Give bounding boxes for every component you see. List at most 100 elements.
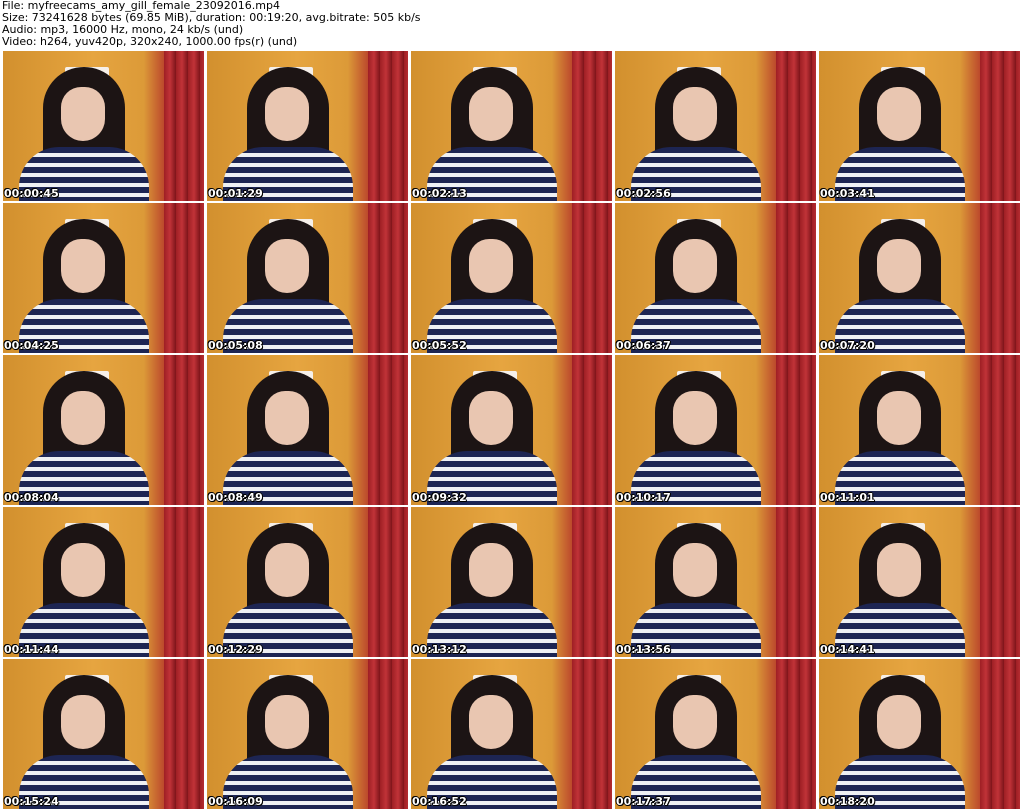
video-info-line: Video: h264, yuv420p, 320x240, 1000.00 f…: [2, 35, 298, 48]
video-frame-thumbnail: 00:01:29: [207, 51, 408, 201]
curtain-background: [776, 355, 816, 505]
frame-timestamp: 00:08:04: [4, 491, 59, 504]
curtain-background: [572, 51, 612, 201]
video-frame-thumbnail: 00:13:56: [615, 507, 816, 657]
video-frame-thumbnail: 00:13:12: [411, 507, 612, 657]
curtain-background: [368, 507, 408, 657]
video-frame-thumbnail: 00:02:13: [411, 51, 612, 201]
frame-timestamp: 00:09:32: [412, 491, 467, 504]
video-frame-thumbnail: 00:04:25: [3, 203, 204, 353]
person-face: [469, 239, 513, 293]
frame-timestamp: 00:05:52: [412, 339, 467, 352]
video-frame-thumbnail: 00:08:04: [3, 355, 204, 505]
person-face: [673, 87, 717, 141]
video-frame-thumbnail: 00:03:41: [819, 51, 1020, 201]
video-frame-thumbnail: 00:11:44: [3, 507, 204, 657]
video-frame-thumbnail: 00:14:41: [819, 507, 1020, 657]
curtain-background: [980, 203, 1020, 353]
curtain-background: [776, 659, 816, 809]
curtain-background: [164, 355, 204, 505]
curtain-background: [980, 507, 1020, 657]
video-frame-thumbnail: 00:10:17: [615, 355, 816, 505]
frame-timestamp: 00:02:56: [616, 187, 671, 200]
person-face: [265, 239, 309, 293]
file-info-header: File: myfreecams_amy_gill_female_2309201…: [2, 0, 1020, 48]
frame-timestamp: 00:15:24: [4, 795, 59, 808]
person-face: [265, 543, 309, 597]
curtain-background: [164, 51, 204, 201]
person-face: [61, 695, 105, 749]
frame-timestamp: 00:07:20: [820, 339, 875, 352]
person-face: [469, 543, 513, 597]
curtain-background: [368, 51, 408, 201]
person-face: [673, 695, 717, 749]
person-face: [265, 87, 309, 141]
frame-timestamp: 00:16:52: [412, 795, 467, 808]
frame-timestamp: 00:01:29: [208, 187, 263, 200]
video-frame-thumbnail: 00:12:29: [207, 507, 408, 657]
frame-timestamp: 00:05:08: [208, 339, 263, 352]
video-frame-thumbnail: 00:17:37: [615, 659, 816, 809]
person-face: [469, 391, 513, 445]
person-face: [61, 239, 105, 293]
curtain-background: [368, 659, 408, 809]
person-face: [877, 695, 921, 749]
video-frame-thumbnail: 00:15:24: [3, 659, 204, 809]
frame-timestamp: 00:16:09: [208, 795, 263, 808]
person-face: [877, 239, 921, 293]
person-face: [265, 695, 309, 749]
person-face: [61, 391, 105, 445]
video-frame-thumbnail: 00:07:20: [819, 203, 1020, 353]
frame-timestamp: 00:11:44: [4, 643, 59, 656]
frame-timestamp: 00:00:45: [4, 187, 59, 200]
curtain-background: [776, 203, 816, 353]
frame-timestamp: 00:18:20: [820, 795, 875, 808]
curtain-background: [368, 203, 408, 353]
person-face: [265, 391, 309, 445]
frame-timestamp: 00:10:17: [616, 491, 671, 504]
person-face: [673, 239, 717, 293]
video-frame-thumbnail: 00:18:20: [819, 659, 1020, 809]
frame-timestamp: 00:02:13: [412, 187, 467, 200]
curtain-background: [572, 203, 612, 353]
frame-timestamp: 00:12:29: [208, 643, 263, 656]
person-face: [673, 391, 717, 445]
frame-timestamp: 00:13:12: [412, 643, 467, 656]
frame-timestamp: 00:13:56: [616, 643, 671, 656]
video-frame-thumbnail: 00:05:52: [411, 203, 612, 353]
video-frame-thumbnail: 00:06:37: [615, 203, 816, 353]
curtain-background: [164, 507, 204, 657]
curtain-background: [776, 507, 816, 657]
curtain-background: [572, 355, 612, 505]
video-frame-thumbnail: 00:16:52: [411, 659, 612, 809]
person-face: [877, 391, 921, 445]
video-frame-thumbnail: 00:05:08: [207, 203, 408, 353]
curtain-background: [164, 203, 204, 353]
person-face: [877, 87, 921, 141]
video-frame-thumbnail: 00:11:01: [819, 355, 1020, 505]
person-face: [469, 87, 513, 141]
curtain-background: [980, 51, 1020, 201]
frame-timestamp: 00:08:49: [208, 491, 263, 504]
thumbnail-grid: 00:00:45 00:01:29 00:02:13 00:02:56 00:03:41…: [3, 51, 1023, 811]
frame-timestamp: 00:04:25: [4, 339, 59, 352]
video-frame-thumbnail: 00:00:45: [3, 51, 204, 201]
video-frame-thumbnail: 00:09:32: [411, 355, 612, 505]
frame-timestamp: 00:06:37: [616, 339, 671, 352]
video-frame-thumbnail: 00:02:56: [615, 51, 816, 201]
curtain-background: [980, 355, 1020, 505]
curtain-background: [164, 659, 204, 809]
person-face: [877, 543, 921, 597]
curtain-background: [572, 507, 612, 657]
frame-timestamp: 00:17:37: [616, 795, 671, 808]
curtain-background: [368, 355, 408, 505]
curtain-background: [776, 51, 816, 201]
person-face: [469, 695, 513, 749]
video-frame-thumbnail: 00:16:09: [207, 659, 408, 809]
curtain-background: [980, 659, 1020, 809]
curtain-background: [572, 659, 612, 809]
frame-timestamp: 00:14:41: [820, 643, 875, 656]
frame-timestamp: 00:11:01: [820, 491, 875, 504]
frame-timestamp: 00:03:41: [820, 187, 875, 200]
video-frame-thumbnail: 00:08:49: [207, 355, 408, 505]
